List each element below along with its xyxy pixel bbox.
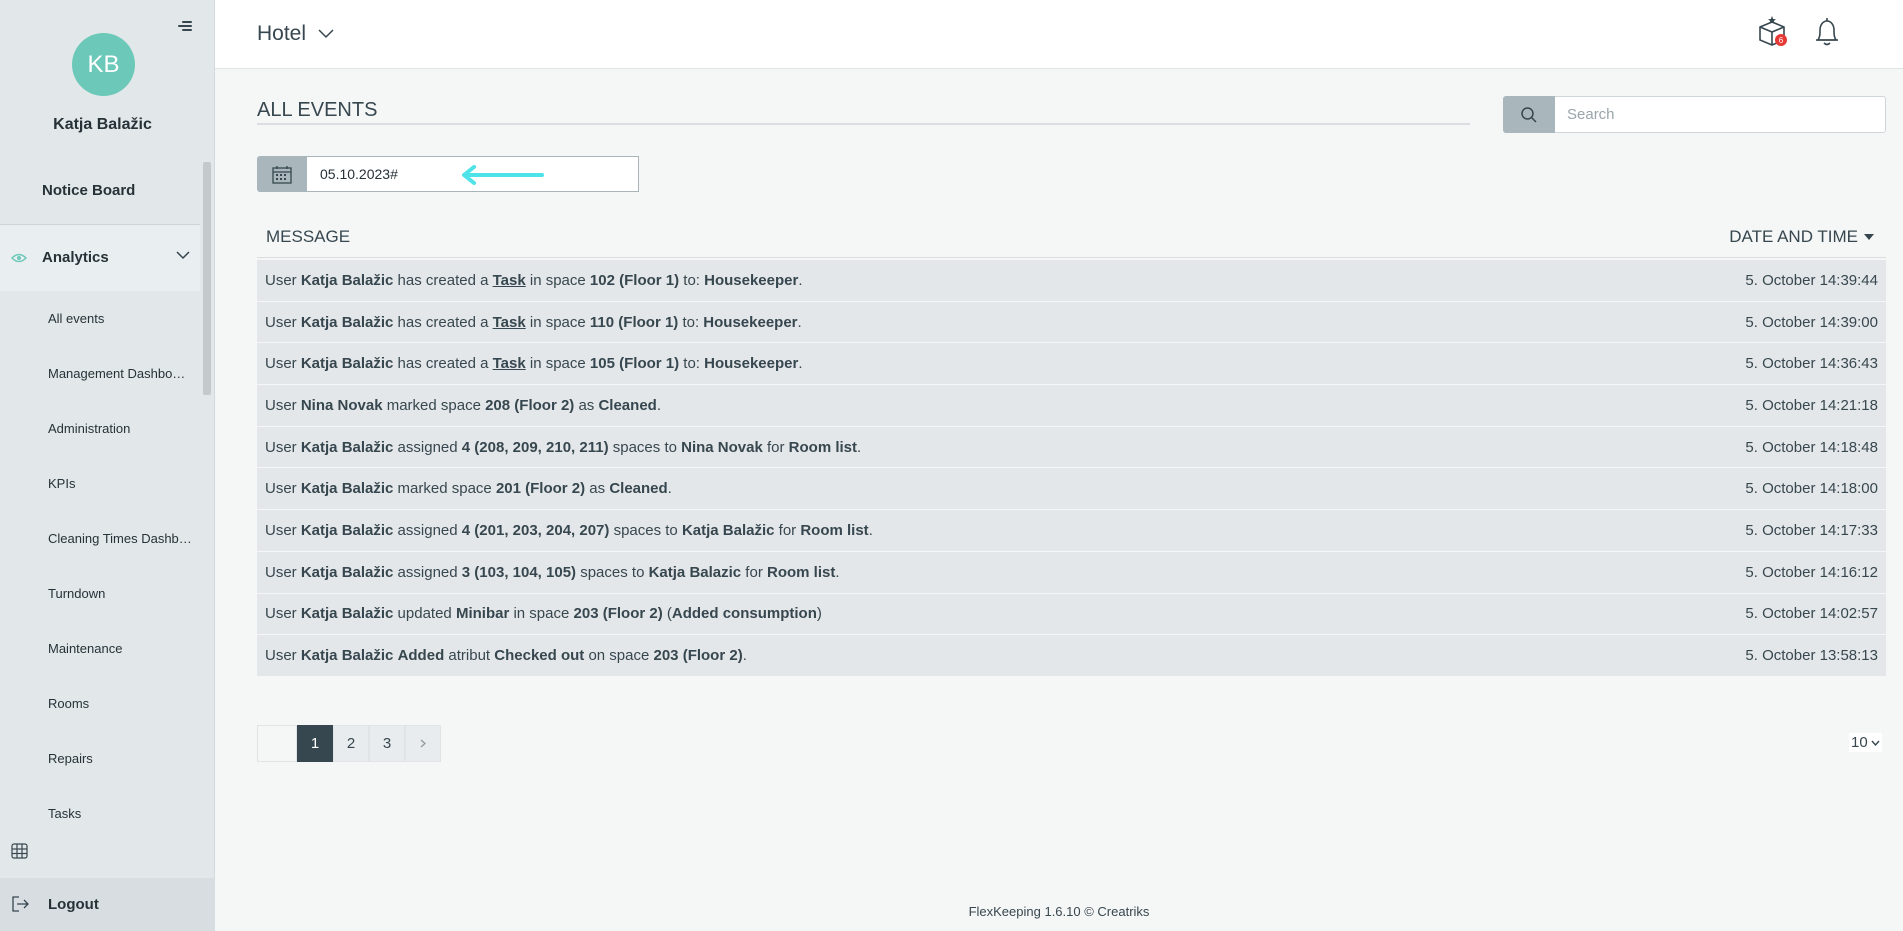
event-message: User Katja Balažic marked space 201 (Flo…: [265, 480, 672, 498]
notification-badge: 6: [1775, 34, 1787, 46]
event-datetime: 5. October 14:18:48: [1745, 438, 1878, 456]
sidebar-item-label: Analytics: [42, 249, 109, 266]
avatar-initials: KB: [87, 50, 120, 78]
table-row: User Katja Balažic assigned 3 (103, 104,…: [257, 551, 1886, 594]
event-datetime: 5. October 14:18:00: [1745, 480, 1878, 498]
sidebar-item-notice-board[interactable]: Notice Board: [42, 182, 242, 199]
property-selector[interactable]: Hotel: [257, 22, 334, 46]
event-datetime: 5. October 14:02:57: [1745, 605, 1878, 623]
table-row: User Nina Novak marked space 208 (Floor …: [257, 385, 1886, 427]
event-message: User Katja Balažic assigned 4 (208, 209,…: [265, 438, 862, 456]
title-underline: [257, 123, 1470, 125]
header-divider: [257, 257, 1886, 258]
table-row: User Katja Balažic assigned 4 (201, 203,…: [257, 510, 1886, 552]
sidebar-item-administration[interactable]: Administration: [48, 421, 248, 436]
sidebar-item-tasks[interactable]: Tasks: [48, 806, 248, 821]
page-size-value: 10: [1851, 734, 1868, 751]
chevron-down-icon: [176, 251, 190, 260]
property-name: Hotel: [257, 22, 307, 45]
eye-icon: [11, 253, 27, 263]
arrow-left-annotation-icon: [462, 165, 544, 185]
logout-label: Logout: [48, 896, 99, 913]
search-box: [1503, 96, 1886, 133]
sidebar-item-turndown[interactable]: Turndown: [48, 586, 248, 601]
column-header-message: MESSAGE: [266, 227, 351, 246]
page-size-select[interactable]: 10: [1849, 733, 1882, 752]
sidebar-item-kpis[interactable]: KPIs: [48, 476, 248, 491]
event-datetime: 5. October 14:39:00: [1745, 313, 1878, 331]
event-message: User Katja Balažic Added atribut Checked…: [265, 647, 747, 665]
bell-icon[interactable]: [1812, 16, 1842, 48]
page-button-1[interactable]: 1: [297, 725, 333, 762]
event-message: User Katja Balažic has created a Task in…: [265, 355, 803, 373]
column-header-date-and-time[interactable]: DATE AND TIME: [1729, 227, 1874, 247]
footer: FlexKeeping 1.6.10 © Creatriks: [968, 904, 1150, 919]
logout-icon: [12, 896, 29, 912]
table-row: User Katja Balažic has created a Task in…: [257, 301, 1886, 344]
sort-desc-icon: [1864, 234, 1874, 240]
task-link[interactable]: Task: [493, 272, 526, 289]
sidebar: KB Katja Balažic Notice Board Analytics …: [0, 0, 215, 931]
logout-button[interactable]: Logout: [0, 878, 215, 931]
search-input[interactable]: [1555, 96, 1886, 133]
chevron-right-icon: [420, 739, 426, 748]
events-table: User Katja Balažic has created a Task in…: [257, 260, 1886, 677]
event-datetime: 5. October 14:16:12: [1745, 563, 1878, 581]
menu-collapse-icon[interactable]: [176, 19, 192, 33]
table-row: User Katja Balažic updated Minibar in sp…: [257, 593, 1886, 636]
event-datetime: 5. October 14:36:43: [1745, 355, 1878, 373]
avatar[interactable]: KB: [72, 33, 135, 96]
sidebar-item-cleaning-times-dashb[interactable]: Cleaning Times Dashb…: [48, 531, 248, 546]
search-button[interactable]: [1503, 96, 1555, 133]
event-datetime: 5. October 14:21:18: [1745, 396, 1878, 414]
sidebar-item-maintenance[interactable]: Maintenance: [48, 641, 248, 656]
sidebar-item-management-dashbo[interactable]: Management Dashbo…: [48, 366, 248, 381]
table-row: User Katja Balažic marked space 201 (Flo…: [257, 468, 1886, 511]
chevron-down-icon: [1871, 740, 1880, 746]
event-message: User Katja Balažic updated Minibar in sp…: [265, 605, 822, 623]
table-row: User Katja Balažic Added atribut Checked…: [257, 635, 1886, 677]
sidebar-item-all-events[interactable]: All events: [48, 311, 248, 326]
event-message: User Katja Balažic has created a Task in…: [265, 271, 803, 289]
date-filter: [257, 156, 639, 192]
search-icon: [1521, 106, 1537, 123]
calendar-icon: [272, 165, 292, 184]
whats-new-button[interactable]: 6: [1757, 15, 1787, 52]
event-message: User Katja Balažic assigned 3 (103, 104,…: [265, 563, 840, 581]
calendar-button[interactable]: [257, 156, 307, 192]
event-datetime: 5. October 14:17:33: [1745, 521, 1878, 539]
event-message: User Nina Novak marked space 208 (Floor …: [265, 396, 661, 414]
sidebar-item-repairs[interactable]: Repairs: [48, 751, 248, 766]
top-header: Hotel 6: [215, 0, 1903, 69]
event-message: User Katja Balažic assigned 4 (201, 203,…: [265, 521, 873, 539]
table-row: User Katja Balažic has created a Task in…: [257, 343, 1886, 386]
task-link[interactable]: Task: [493, 314, 526, 331]
task-link[interactable]: Task: [493, 355, 526, 372]
sidebar-item-analytics[interactable]: Analytics: [0, 225, 200, 291]
pagination: 123: [257, 725, 441, 762]
table-row: User Katja Balažic has created a Task in…: [257, 260, 1886, 302]
chevron-down-icon: [318, 29, 334, 39]
grid-icon[interactable]: [11, 843, 28, 859]
sidebar-item-rooms[interactable]: Rooms: [48, 696, 248, 711]
event-message: User Katja Balažic has created a Task in…: [265, 313, 802, 331]
user-name: Katja Balažic: [53, 116, 152, 133]
event-datetime: 5. October 14:39:44: [1745, 271, 1878, 289]
page-button-3[interactable]: 3: [369, 725, 405, 762]
table-row: User Katja Balažic assigned 4 (208, 209,…: [257, 426, 1886, 469]
page-title: ALL EVENTS: [257, 99, 378, 121]
next-page-button[interactable]: [405, 725, 441, 762]
event-datetime: 5. October 13:58:13: [1745, 647, 1878, 665]
column-header-label: DATE AND TIME: [1729, 227, 1858, 246]
page-button-2[interactable]: 2: [333, 725, 369, 762]
prev-page-button[interactable]: [257, 725, 297, 762]
